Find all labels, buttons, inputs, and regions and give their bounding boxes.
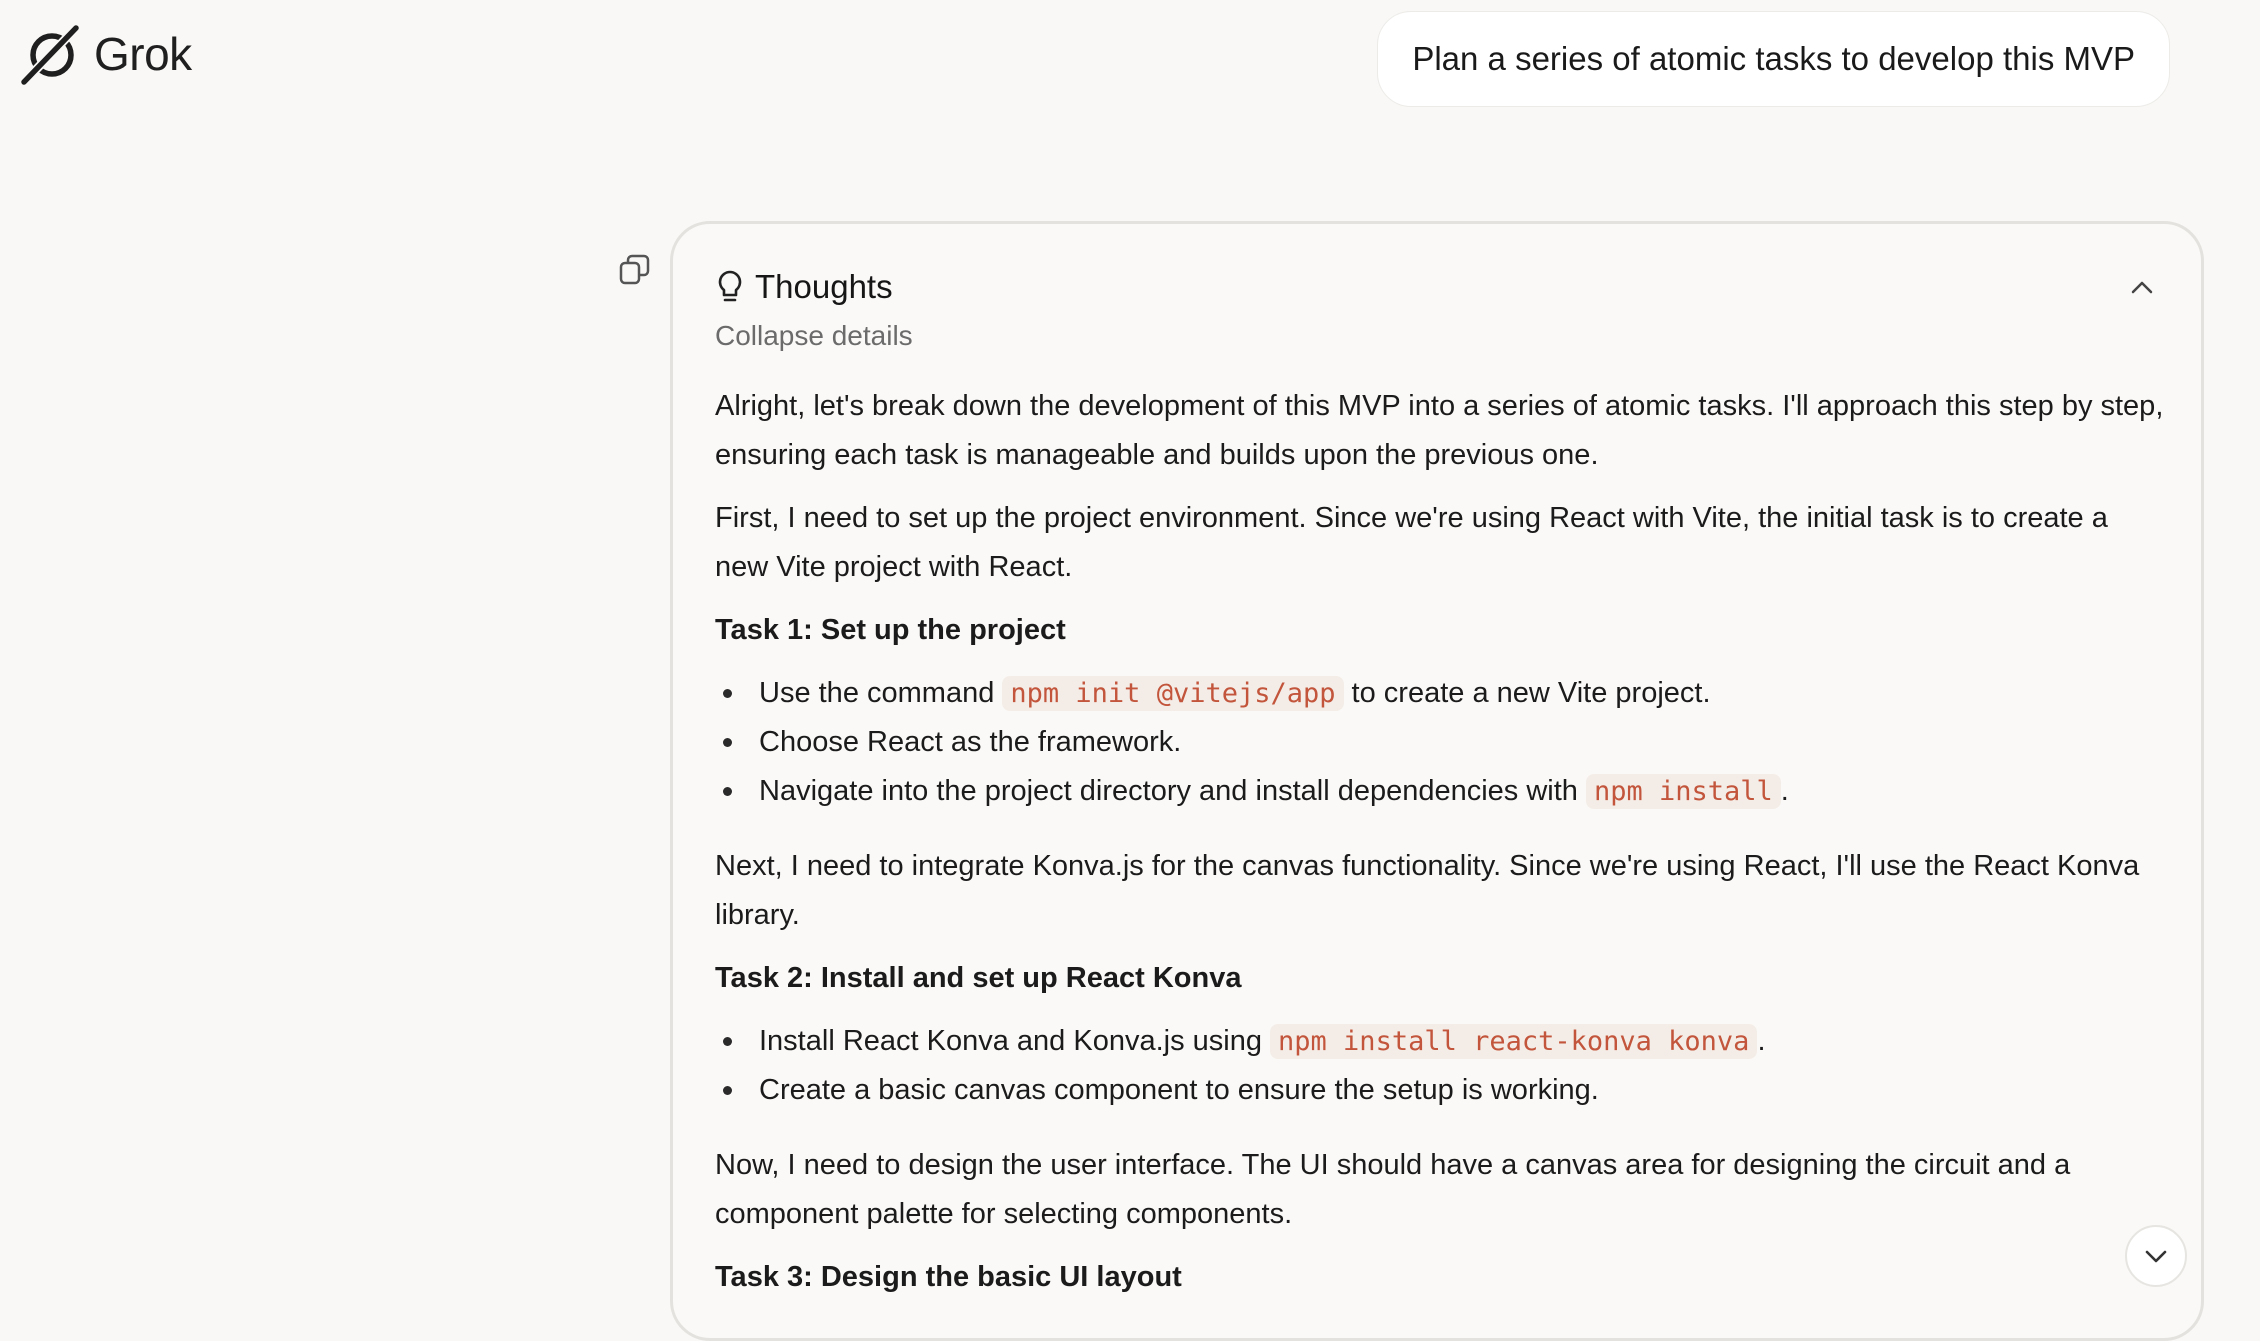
list-item: Use the command npm init @vitejs/app to … <box>715 669 2165 718</box>
list-item: Navigate into the project directory and … <box>715 767 2165 816</box>
task-heading: Task 1: Set up the project <box>715 614 1066 646</box>
list-item: Install React Konva and Konva.js using n… <box>715 1017 2165 1066</box>
paragraph: Next, I need to integrate Konva.js for t… <box>715 850 2140 931</box>
copy-icon[interactable] <box>618 253 652 287</box>
thoughts-content: Alright, let's break down the developmen… <box>715 382 2165 1302</box>
user-message-bubble: Plan a series of atomic tasks to develop… <box>1377 11 2170 107</box>
thoughts-header[interactable]: Thoughts <box>715 264 2165 310</box>
collapse-details-toggle[interactable]: Collapse details <box>715 320 2165 352</box>
user-message-text: Plan a series of atomic tasks to develop… <box>1412 40 2135 77</box>
logo[interactable]: Grok <box>20 22 192 86</box>
paragraph: Now, I need to design the user interface… <box>715 1149 2071 1230</box>
thoughts-panel: Thoughts Collapse details Alright, let's… <box>670 221 2204 1341</box>
logo-text: Grok <box>94 28 192 80</box>
task-heading: Task 2: Install and set up React Konva <box>715 962 1242 994</box>
list-item: Create a basic canvas component to ensur… <box>715 1066 2165 1115</box>
chevron-down-icon <box>2145 1250 2167 1263</box>
scroll-down-button[interactable] <box>2125 1225 2187 1287</box>
list-item: Choose React as the framework. <box>715 718 2165 767</box>
inline-code: npm init @vitejs/app <box>1002 676 1344 711</box>
thoughts-title: Thoughts <box>755 268 893 305</box>
task-list: Use the command npm init @vitejs/app to … <box>715 669 2165 816</box>
lightbulb-icon <box>718 270 742 302</box>
inline-code: npm install react-konva konva <box>1270 1024 1758 1059</box>
paragraph: First, I need to set up the project envi… <box>715 502 2108 583</box>
paragraph: Alright, let's break down the developmen… <box>715 390 2164 471</box>
inline-code: npm install <box>1585 774 1781 809</box>
task-list: Install React Konva and Konva.js using n… <box>715 1017 2165 1115</box>
task-heading: Task 3: Design the basic UI layout <box>715 1261 1182 1293</box>
grok-logo-icon <box>21 24 80 85</box>
